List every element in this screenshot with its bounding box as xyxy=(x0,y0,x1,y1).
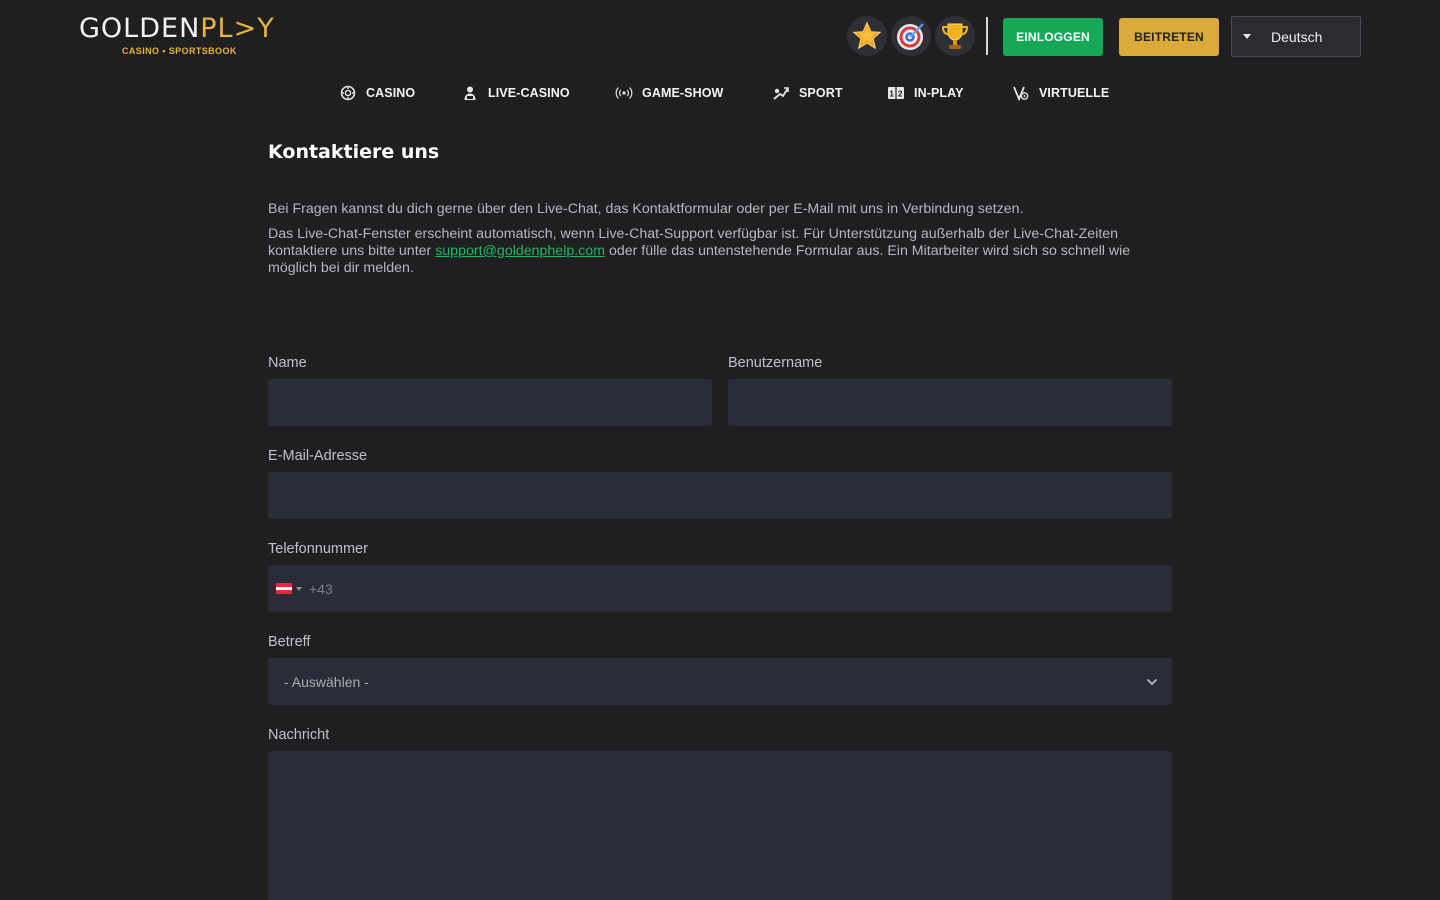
phone-field[interactable]: +43 xyxy=(268,565,1172,612)
subject-select[interactable]: - Auswählen - xyxy=(268,658,1172,705)
intro-paragraph-2: Das Live-Chat-Fenster erscheint automati… xyxy=(268,226,1131,276)
logo-wordmark: GOLDENPL>Y xyxy=(79,13,275,44)
chevron-down-icon xyxy=(1146,673,1158,691)
nav-item-virtuelle[interactable]: VIRTUELLE xyxy=(1012,80,1109,106)
message-label: Nachricht xyxy=(268,727,330,743)
broadcast-icon xyxy=(615,84,633,102)
caret-down-icon xyxy=(1243,34,1251,39)
trophy-badge-icon[interactable] xyxy=(935,16,975,56)
casino-chip-icon xyxy=(339,84,357,102)
main-nav: CASINO LIVE-CASINO GAME-SHOW SPORT 12 IN… xyxy=(0,80,1440,106)
site-header: GOLDENPL>Y CASINO • SPORTSBOOK EINLOGGEN… xyxy=(0,0,1440,72)
contact-form: Name Benutzername E-Mail-Adresse Telefon… xyxy=(268,352,1172,900)
email-field[interactable] xyxy=(268,472,1172,519)
star-badge-icon[interactable] xyxy=(847,16,887,56)
language-label: Deutsch xyxy=(1271,28,1323,45)
username-label: Benutzername xyxy=(728,355,823,371)
nav-item-game-show[interactable]: GAME-SHOW xyxy=(615,80,723,106)
email-label: E-Mail-Adresse xyxy=(268,448,368,464)
nav-item-in-play[interactable]: 12 IN-PLAY xyxy=(887,80,964,106)
subject-selected-value: - Auswählen - xyxy=(284,673,369,690)
scoreboard-icon: 12 xyxy=(887,84,905,102)
svg-text:1: 1 xyxy=(889,90,894,99)
reward-badges xyxy=(847,16,975,56)
nav-label: IN-PLAY xyxy=(914,86,964,100)
login-button[interactable]: EINLOGGEN xyxy=(1003,18,1103,56)
sport-icon xyxy=(772,84,790,102)
support-email-link[interactable]: support@goldenphelp.com xyxy=(435,243,605,259)
language-select[interactable]: Deutsch xyxy=(1231,16,1361,57)
page-title: Kontaktiere uns xyxy=(268,141,440,163)
subject-label: Betreff xyxy=(268,634,311,650)
message-textarea[interactable] xyxy=(268,751,1172,900)
nav-label: LIVE-CASINO xyxy=(488,86,570,100)
austria-flag-icon[interactable] xyxy=(276,583,292,594)
nav-label: VIRTUELLE xyxy=(1039,86,1110,100)
nav-item-casino[interactable]: CASINO xyxy=(339,80,415,106)
nav-item-sport[interactable]: SPORT xyxy=(772,80,843,106)
header-divider xyxy=(986,17,988,55)
username-field[interactable] xyxy=(728,379,1172,426)
caret-down-icon[interactable] xyxy=(296,586,302,591)
dealer-icon xyxy=(461,84,479,102)
goldenplay-logo[interactable]: GOLDENPL>Y CASINO • SPORTSBOOK xyxy=(79,14,275,58)
target-badge-icon[interactable] xyxy=(891,16,931,56)
nav-label: SPORT xyxy=(799,86,843,100)
name-label: Name xyxy=(268,355,307,371)
join-button[interactable]: BEITRETEN xyxy=(1119,18,1219,56)
virtual-icon xyxy=(1012,84,1030,102)
logo-tagline: CASINO • SPORTSBOOK xyxy=(122,46,237,56)
nav-label: GAME-SHOW xyxy=(642,86,724,100)
nav-label: CASINO xyxy=(366,86,416,100)
svg-text:2: 2 xyxy=(898,90,903,99)
nav-item-live-casino[interactable]: LIVE-CASINO xyxy=(461,80,570,106)
intro-paragraph-1: Bei Fragen kannst du dich gerne über den… xyxy=(268,201,1024,217)
contact-intro: Bei Fragen kannst du dich gerne über den… xyxy=(268,201,1172,277)
contact-section: Kontaktiere uns Bei Fragen kannst du dic… xyxy=(268,138,1172,285)
phone-prefix: +43 xyxy=(309,580,333,597)
name-field[interactable] xyxy=(268,379,712,426)
phone-label: Telefonnummer xyxy=(268,541,368,557)
